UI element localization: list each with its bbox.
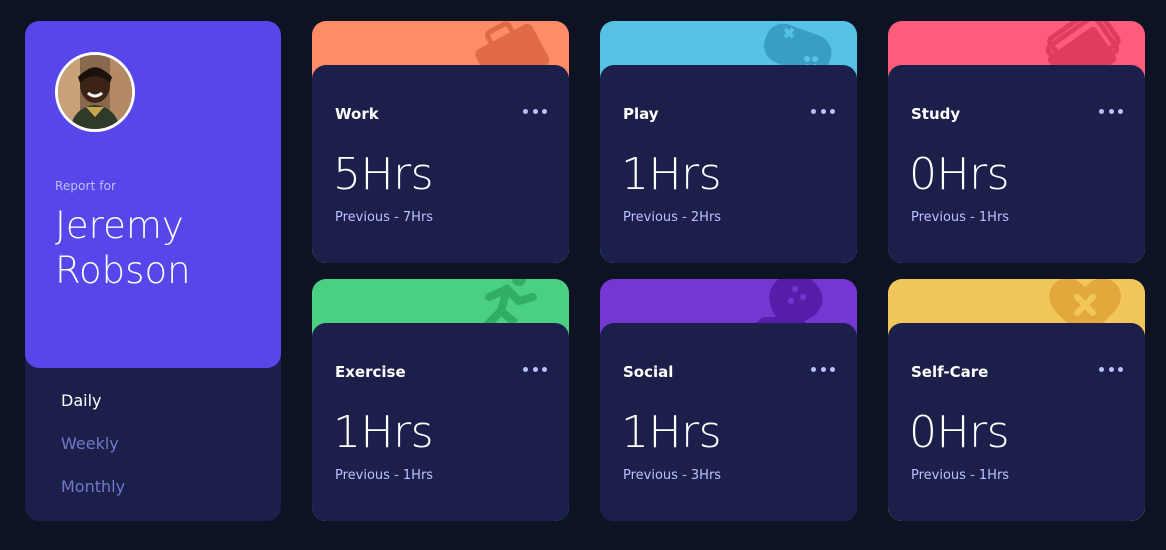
- card-title: Social: [623, 363, 674, 381]
- previous-hours: Previous - 1Hrs: [335, 468, 434, 483]
- first-name: Jeremy: [55, 204, 184, 247]
- current-hours: 1Hrs: [621, 407, 722, 458]
- timeframe-weekly[interactable]: Weekly: [61, 434, 119, 453]
- current-hours: 0Hrs: [909, 407, 1010, 458]
- card-exercise: Exercise 1Hrs Previous - 1Hrs: [312, 279, 569, 521]
- profile-card: Report for Jeremy Robson Daily Weekly Mo…: [25, 21, 281, 521]
- previous-hours: Previous - 7Hrs: [335, 210, 434, 225]
- previous-hours: Previous - 1Hrs: [911, 468, 1010, 483]
- ellipsis-icon[interactable]: [1099, 103, 1123, 119]
- current-hours: 5Hrs: [333, 149, 434, 200]
- last-name: Robson: [55, 249, 191, 292]
- card-social-body: Social 1Hrs Previous - 3Hrs: [600, 323, 857, 521]
- avatar: [55, 52, 135, 132]
- ellipsis-icon[interactable]: [811, 103, 835, 119]
- ellipsis-icon[interactable]: [1099, 361, 1123, 377]
- card-title: Self-Care: [911, 363, 989, 381]
- card-work: Work 5Hrs Previous - 7Hrs: [312, 21, 569, 263]
- previous-hours: Previous - 1Hrs: [911, 210, 1010, 225]
- card-exercise-body: Exercise 1Hrs Previous - 1Hrs: [312, 323, 569, 521]
- previous-hours: Previous - 3Hrs: [623, 468, 722, 483]
- card-play-body: Play 1Hrs Previous - 2Hrs: [600, 65, 857, 263]
- card-title: Play: [623, 105, 659, 123]
- card-title: Work: [335, 105, 379, 123]
- report-for-label: Report for: [55, 179, 117, 193]
- timeframe-daily[interactable]: Daily: [61, 391, 101, 410]
- card-study: Study 0Hrs Previous - 1Hrs: [888, 21, 1145, 263]
- user-name: Jeremy Robson: [55, 203, 255, 293]
- card-play: Play 1Hrs Previous - 2Hrs: [600, 21, 857, 263]
- previous-hours: Previous - 2Hrs: [623, 210, 722, 225]
- card-title: Study: [911, 105, 961, 123]
- card-self-care-body: Self-Care 0Hrs Previous - 1Hrs: [888, 323, 1145, 521]
- card-study-body: Study 0Hrs Previous - 1Hrs: [888, 65, 1145, 263]
- current-hours: 0Hrs: [909, 149, 1010, 200]
- current-hours: 1Hrs: [333, 407, 434, 458]
- profile-header: Report for Jeremy Robson: [25, 21, 281, 368]
- current-hours: 1Hrs: [621, 149, 722, 200]
- card-social: Social 1Hrs Previous - 3Hrs: [600, 279, 857, 521]
- ellipsis-icon[interactable]: [811, 361, 835, 377]
- timeframe-monthly[interactable]: Monthly: [61, 477, 125, 496]
- ellipsis-icon[interactable]: [523, 103, 547, 119]
- card-self-care: Self-Care 0Hrs Previous - 1Hrs: [888, 279, 1145, 521]
- ellipsis-icon[interactable]: [523, 361, 547, 377]
- card-title: Exercise: [335, 363, 406, 381]
- card-work-body: Work 5Hrs Previous - 7Hrs: [312, 65, 569, 263]
